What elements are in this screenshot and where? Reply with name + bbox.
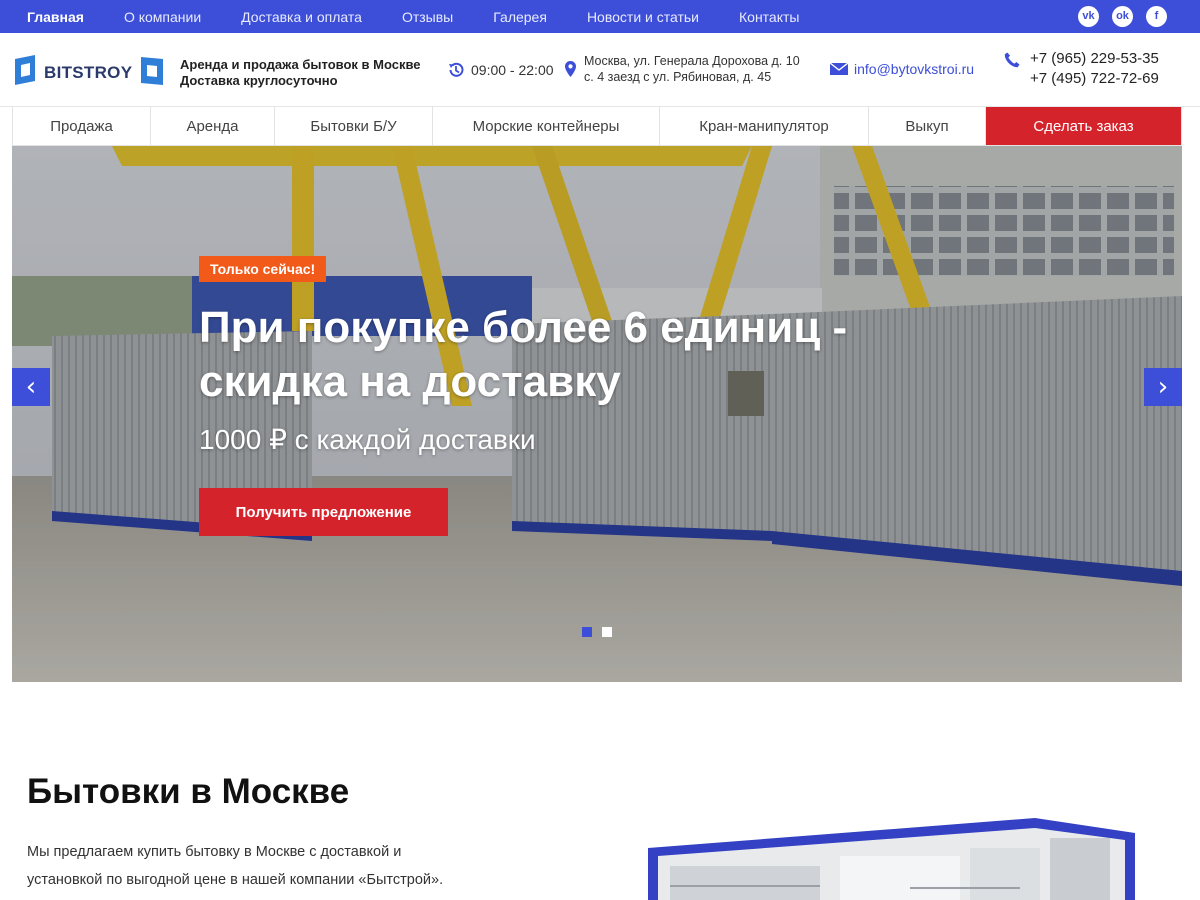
address: Москва, ул. Генерала Дорохова д. 10 с. 4… — [565, 53, 800, 85]
working-hours: 09:00 - 22:00 — [447, 61, 554, 79]
location-pin-icon — [565, 61, 576, 77]
site-header: BITSTROY Аренда и продажа бытовок в Моск… — [0, 33, 1200, 107]
topnav-link-home[interactable]: Главная — [27, 9, 84, 25]
logo-text: BITSTROY — [44, 63, 133, 82]
nav-item-buyout[interactable]: Выкуп — [869, 107, 986, 145]
section-text: Мы предлагаем купить бытовку в Москве с … — [27, 838, 487, 894]
hours-text: 09:00 - 22:00 — [471, 62, 554, 78]
topnav-link-news[interactable]: Новости и статьи — [587, 9, 699, 25]
hero-subtitle: 1000 ₽ с каждой доставки — [199, 424, 536, 455]
top-bar: Главная О компании Доставка и оплата Отз… — [0, 0, 1200, 33]
topnav-link-gallery[interactable]: Галерея — [493, 9, 547, 25]
phone-2[interactable]: +7 (495) 722-72-69 — [1030, 69, 1159, 89]
section-text-line-2: установкой по выгодной цене в нашей комп… — [27, 872, 444, 888]
top-nav: Главная О компании Доставка и оплата Отз… — [27, 0, 839, 33]
vk-icon[interactable]: vk — [1078, 6, 1099, 27]
logo-cube-left-icon — [15, 55, 35, 85]
cabin-product-image — [648, 818, 1135, 900]
nav-item-rent[interactable]: Аренда — [151, 107, 275, 145]
nav-item-used[interactable]: Бытовки Б/У — [275, 107, 433, 145]
logo-cube-right-icon — [141, 57, 163, 85]
topnav-link-contacts[interactable]: Контакты — [739, 9, 799, 25]
topnav-link-reviews[interactable]: Отзывы — [402, 9, 453, 25]
promo-badge: Только сейчас! — [199, 256, 327, 282]
get-offer-button[interactable]: Получить предложение — [199, 488, 448, 536]
hero-title: При покупке более 6 единиц - скидка на д… — [199, 303, 848, 406]
slider-next-arrow-icon[interactable]: › — [1144, 368, 1182, 406]
topnav-link-delivery[interactable]: Доставка и оплата — [241, 9, 362, 25]
slider-dot-2[interactable] — [602, 627, 612, 637]
nav-item-sale[interactable]: Продажа — [13, 107, 151, 145]
phones: +7 (965) 229-53-35 +7 (495) 722-72-69 — [1004, 49, 1159, 89]
facebook-icon[interactable]: f — [1146, 6, 1167, 27]
nav-item-crane[interactable]: Кран-манипулятор — [660, 107, 869, 145]
phone-icon — [1004, 52, 1020, 68]
main-nav: Продажа Аренда Бытовки Б/У Морские конте… — [12, 107, 1182, 146]
section-text-line-1: Мы предлагаем купить бытовку в Москве с … — [27, 844, 402, 860]
phone-1[interactable]: +7 (965) 229-53-35 — [1030, 49, 1159, 69]
envelope-icon — [830, 63, 848, 75]
make-order-button[interactable]: Сделать заказ — [986, 107, 1181, 145]
tagline-line-2: Доставка круглосуточно — [180, 73, 338, 88]
nav-item-containers[interactable]: Морские контейнеры — [433, 107, 660, 145]
email-text[interactable]: info@bytovkstroi.ru — [854, 61, 974, 77]
address-line-1: Москва, ул. Генерала Дорохова д. 10 — [584, 54, 800, 68]
clock-history-icon — [449, 62, 464, 77]
slider-prev-arrow-icon[interactable]: ‹ — [12, 368, 50, 406]
section-title: Бытовки в Москве — [27, 772, 350, 811]
hero-slider: Только сейчас! При покупке более 6 едини… — [12, 146, 1182, 682]
address-line-2: с. 4 заезд с ул. Рябиновая, д. 45 — [584, 70, 772, 84]
odnoklassniki-icon[interactable]: ok — [1112, 6, 1133, 27]
topnav-link-about[interactable]: О компании — [124, 9, 201, 25]
hero-background-image — [12, 146, 1182, 682]
email-link[interactable]: info@bytovkstroi.ru — [830, 61, 974, 77]
tagline-line-1: Аренда и продажа бытовок в Москве — [180, 57, 421, 72]
header-tagline: Аренда и продажа бытовок в Москве Достав… — [180, 57, 421, 89]
slider-dot-1[interactable] — [582, 627, 592, 637]
